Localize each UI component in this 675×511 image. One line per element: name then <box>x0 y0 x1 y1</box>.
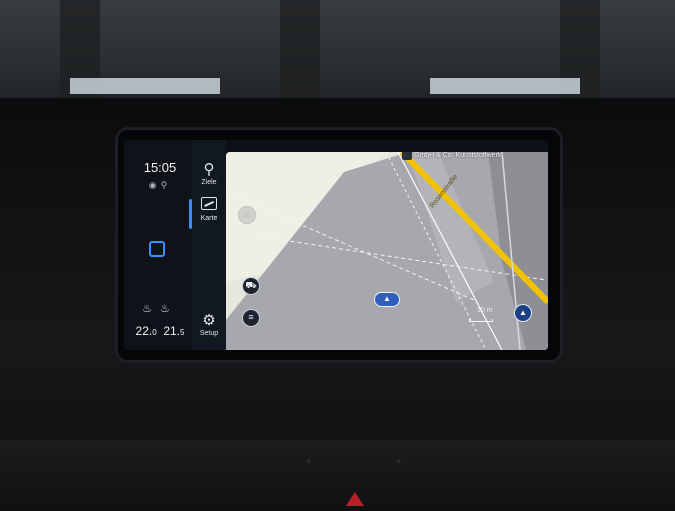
climate-temperatures: 22.0 21.5 <box>130 324 190 338</box>
navigation-map[interactable]: GmbH & Co. Kunststoffwerk Rosenstraße ◎ … <box>226 152 548 350</box>
infotainment-screen: 15:05 ◉⚲ ♨♨ 22.0 21.5 ⚲ Ziele Karte ⚙ Se… <box>124 140 548 350</box>
map-scale-bar <box>469 319 493 322</box>
dashboard-vent <box>0 440 675 511</box>
clock: 15:05 <box>143 160 177 175</box>
traffic-button[interactable]: ⛟ <box>242 277 260 295</box>
hazard-button[interactable] <box>346 492 364 506</box>
status-panel: 15:05 ◉⚲ ♨♨ 22.0 21.5 <box>124 140 192 350</box>
menu-item-label: Karte <box>200 215 218 222</box>
temperature-left[interactable]: 22.0 <box>136 324 157 338</box>
poi-label: GmbH & Co. Kunststoffwerk <box>414 152 502 159</box>
ceiling-beam <box>280 0 320 110</box>
temperature-right[interactable]: 21.5 <box>163 324 184 338</box>
side-menu: ⚲ Ziele Karte ⚙ Setup <box>189 140 226 350</box>
menu-item-karte[interactable]: Karte <box>189 197 226 229</box>
menu-item-ziele[interactable]: ⚲ Ziele <box>192 161 226 186</box>
pedestrian-icon: ⚲ <box>160 180 172 190</box>
menu-icon[interactable]: ≡ <box>242 309 260 327</box>
menu-item-label: Ziele <box>201 179 217 186</box>
map-scale-label: 10 m <box>477 307 493 314</box>
connectivity-icon: ◉ <box>148 180 161 190</box>
map-canvas <box>226 152 548 350</box>
home-button[interactable] <box>149 241 165 257</box>
seat-heating-icons: ♨♨ <box>132 302 188 315</box>
seat-heating-left-icon[interactable]: ♨ <box>142 303 160 315</box>
menu-item-setup[interactable]: ⚙ Setup <box>192 312 226 337</box>
vehicle-position-icon: ▲ <box>374 292 400 307</box>
poi-icon[interactable] <box>402 152 412 160</box>
garage-window <box>70 78 220 94</box>
map-option-button[interactable]: ◎ <box>238 206 256 224</box>
search-icon: ⚲ <box>203 161 215 178</box>
seat-heating-right-icon[interactable]: ♨ <box>160 303 178 315</box>
menu-item-label: Setup <box>199 330 219 337</box>
status-icons: ◉⚲ <box>132 180 188 191</box>
garage-window <box>430 78 580 94</box>
seat-button-icon[interactable]: ⚙ <box>306 458 311 465</box>
climate-button-icon[interactable]: ✲ <box>396 458 401 465</box>
map-icon <box>192 197 226 214</box>
gear-icon: ⚙ <box>202 312 216 329</box>
compass-icon[interactable]: ▲ <box>514 304 532 322</box>
